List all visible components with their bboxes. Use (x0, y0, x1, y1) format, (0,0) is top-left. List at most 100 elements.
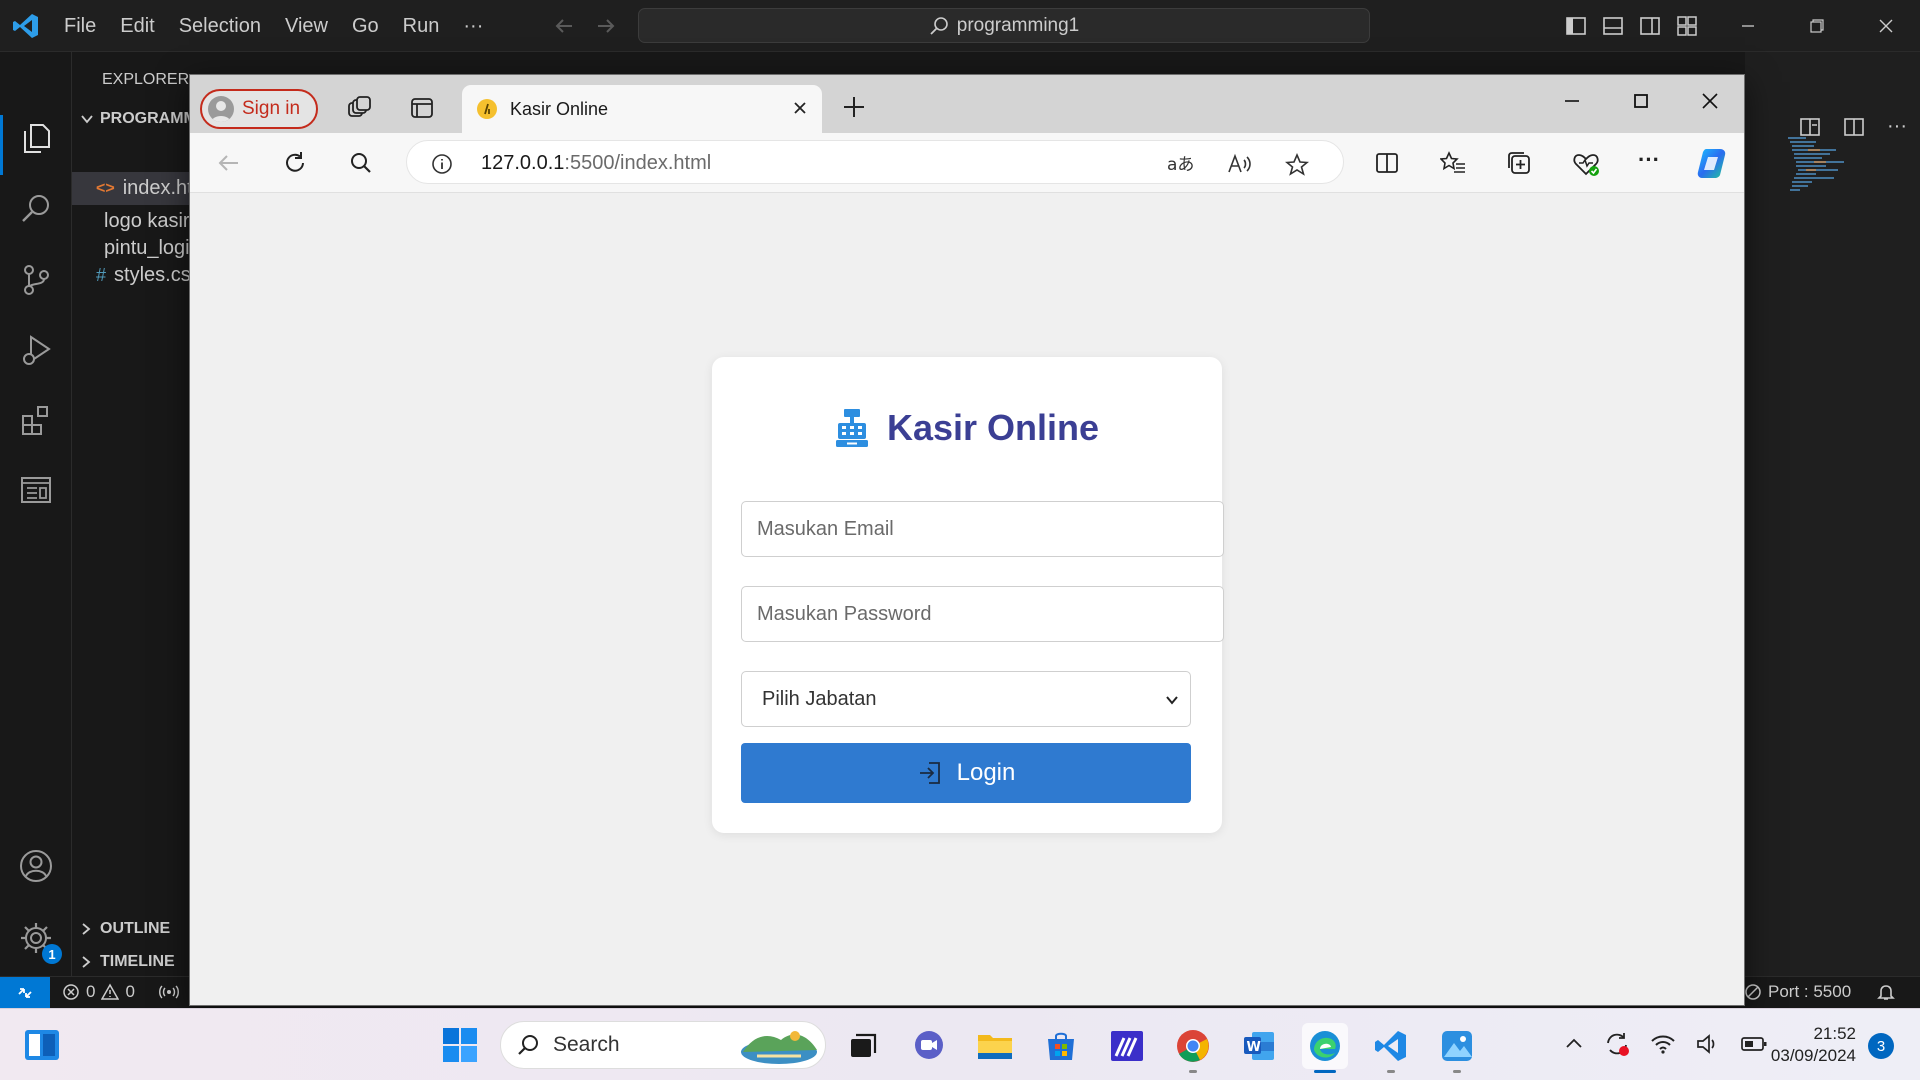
chrome-icon (1177, 1030, 1209, 1062)
customize-layout-icon[interactable] (1676, 15, 1698, 37)
windows-taskbar: Search W 21:52 03/09/2024 3 (0, 1008, 1920, 1080)
menu-view[interactable]: View (273, 15, 340, 38)
close-tab-icon[interactable] (790, 98, 810, 118)
outline-section[interactable]: OUTLINE (80, 920, 170, 938)
toggle-secondary-sidebar-icon[interactable] (1639, 15, 1661, 37)
css-hash-icon: # (96, 265, 107, 285)
menu-go[interactable]: Go (340, 15, 391, 38)
taskbar-chrome[interactable] (1170, 1023, 1216, 1073)
account-icon (20, 850, 52, 882)
taskbar-edge[interactable] (1302, 1023, 1348, 1073)
taskbar-file-explorer[interactable] (972, 1023, 1018, 1069)
bell-icon[interactable] (1876, 982, 1896, 1002)
browser-maximize-button[interactable] (1606, 75, 1675, 127)
file-item-styles-css[interactable]: # styles.css (72, 259, 192, 292)
tab-kasir-online[interactable]: Kasir Online (462, 85, 822, 133)
back-arrow-icon[interactable] (552, 13, 578, 39)
taskbar-word[interactable]: W (1236, 1023, 1282, 1069)
new-tab-icon[interactable] (840, 93, 868, 121)
command-center[interactable]: programming1 (638, 8, 1370, 43)
windows-start-icon[interactable] (442, 1027, 478, 1063)
browser-minimize-button[interactable] (1537, 75, 1606, 127)
vscode-logo-icon[interactable] (12, 12, 40, 40)
site-info-icon[interactable] (431, 153, 453, 175)
source-control-button[interactable] (16, 260, 56, 300)
remote-explorer-button[interactable] (16, 470, 56, 510)
live-server-port[interactable]: Port : 5500 (1744, 982, 1851, 1002)
menu-file[interactable]: File (52, 15, 108, 38)
run-debug-button[interactable] (16, 330, 56, 370)
browser-close-button[interactable] (1675, 75, 1744, 127)
clock-time: 21:52 (1813, 1024, 1856, 1043)
menu-edit[interactable]: Edit (108, 15, 166, 38)
explorer-button[interactable] (16, 118, 56, 158)
files-icon (24, 124, 50, 153)
taskbar-vscode[interactable] (1368, 1023, 1414, 1073)
profile-button[interactable]: Sign in (200, 89, 318, 129)
password-field[interactable] (741, 586, 1224, 642)
sync-icon[interactable] (1604, 1031, 1630, 1057)
menu-selection[interactable]: Selection (167, 15, 273, 38)
chevron-up-icon[interactable] (1564, 1034, 1584, 1054)
forward-arrow-icon[interactable] (592, 13, 618, 39)
clock-date: 03/09/2024 (1770, 1046, 1856, 1065)
url-host: 127.0.0.1 (481, 152, 565, 174)
window-controls (1565, 0, 1920, 52)
notification-badge[interactable]: 3 (1868, 1033, 1894, 1059)
taskbar-task-view[interactable] (840, 1023, 886, 1069)
widgets-icon[interactable] (24, 1029, 60, 1061)
explorer-sidebar: EXPLORER PROGRAMMING1 <> index.html logo… (72, 52, 234, 976)
refresh-icon[interactable] (282, 150, 308, 176)
manage-button[interactable]: 1 (16, 918, 62, 964)
more-actions-icon[interactable]: ··· (1887, 116, 1907, 138)
url-path: :5500/index.html (564, 152, 712, 174)
menu-more[interactable]: ··· (451, 15, 495, 38)
taskbar-store[interactable] (1038, 1023, 1084, 1069)
taskbar-teams[interactable] (906, 1023, 952, 1069)
accounts-button[interactable] (16, 846, 56, 886)
wifi-icon[interactable] (1650, 1033, 1676, 1055)
active-indicator (0, 115, 3, 175)
search-icon[interactable] (348, 150, 374, 176)
broadcast-icon[interactable] (158, 983, 179, 1001)
volume-icon[interactable] (1696, 1033, 1720, 1055)
read-aloud-icon[interactable] (1227, 153, 1253, 175)
copilot-icon[interactable] (1694, 145, 1730, 181)
file-item-index-html[interactable]: <> index.html (72, 172, 192, 205)
jabatan-select[interactable]: Pilih Jabatan (741, 671, 1191, 727)
card-header: Kasir Online (712, 407, 1222, 449)
extensions-button[interactable] (16, 400, 56, 440)
search-button[interactable] (16, 189, 56, 229)
minimap[interactable] (1786, 134, 1866, 204)
vertical-tabs-icon[interactable] (409, 95, 435, 121)
favorite-star-icon[interactable] (1285, 153, 1309, 177)
tab-title: Kasir Online (510, 98, 609, 119)
restore-button[interactable] (1782, 0, 1851, 52)
login-button[interactable]: Login (741, 743, 1191, 803)
html-icon: <> (96, 179, 115, 197)
split-screen-icon[interactable] (1374, 150, 1400, 176)
taskbar-photos[interactable] (1434, 1023, 1480, 1073)
timeline-section[interactable]: TIMELINE (80, 953, 175, 971)
minimize-icon (1564, 100, 1579, 102)
clock[interactable]: 21:52 03/09/2024 (1760, 1023, 1856, 1067)
minimize-button[interactable] (1713, 0, 1782, 52)
settings-more-icon[interactable]: ··· (1638, 147, 1660, 173)
browser-essentials-icon[interactable] (1572, 150, 1600, 178)
toggle-panel-icon[interactable] (1602, 15, 1624, 37)
workspaces-icon[interactable] (346, 95, 372, 121)
taskbar-stream-app[interactable] (1104, 1023, 1150, 1069)
remote-indicator[interactable] (0, 977, 50, 1009)
close-button[interactable] (1851, 0, 1920, 52)
toggle-primary-sidebar-icon[interactable] (1565, 15, 1587, 37)
collections-icon[interactable] (1506, 150, 1532, 176)
favorites-icon[interactable] (1440, 150, 1466, 176)
problems-indicator[interactable]: 0 0 (62, 982, 179, 1002)
translate-icon[interactable]: aあ (1167, 153, 1193, 175)
email-field[interactable] (741, 501, 1224, 557)
back-icon[interactable] (216, 150, 242, 176)
taskbar-search[interactable]: Search (500, 1021, 826, 1069)
address-bar[interactable]: 127.0.0.1:5500/index.html aあ (406, 140, 1344, 184)
warning-count: 0 (125, 982, 135, 1001)
menu-run[interactable]: Run (391, 15, 452, 38)
